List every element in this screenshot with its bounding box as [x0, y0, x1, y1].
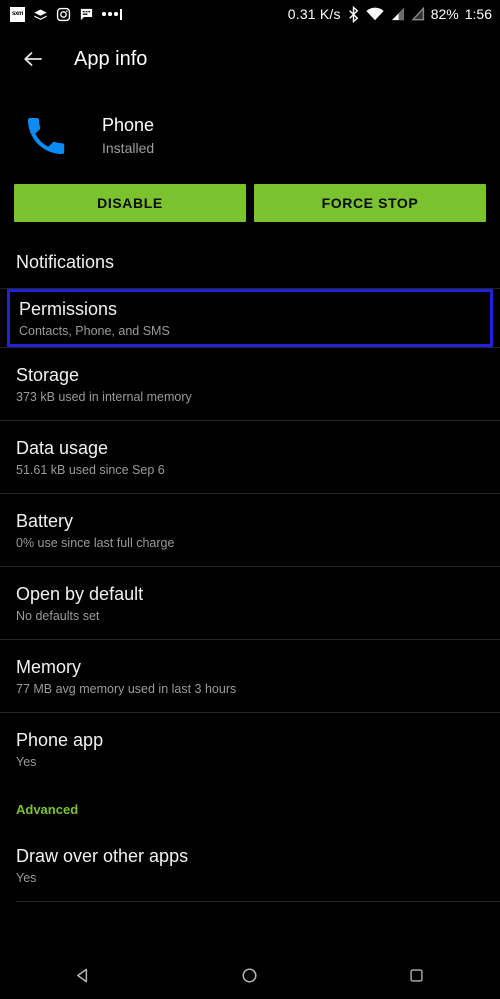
- row-title: Permissions: [19, 298, 118, 319]
- app-meta: Phone Installed: [102, 114, 154, 158]
- row-subtitle: 0% use since last full charge: [16, 535, 175, 550]
- sxm-icon: sxm: [10, 6, 25, 22]
- clock-label: 1:56: [464, 6, 492, 22]
- app-header: Phone Installed: [0, 90, 500, 180]
- status-bar: sxm 0.31 K/s 82% 1:56: [0, 0, 500, 28]
- row-subtitle: Contacts, Phone, and SMS: [19, 323, 170, 338]
- nav-back-triangle-icon[interactable]: [55, 951, 111, 999]
- row-title: Memory: [16, 656, 82, 677]
- no-sim-icon: [411, 7, 424, 21]
- back-arrow-icon[interactable]: [18, 44, 48, 74]
- row-title: Data usage: [16, 437, 109, 458]
- list-item-data-usage[interactable]: Data usage 51.61 kB used since Sep 6: [0, 421, 500, 493]
- row-title: Battery: [16, 510, 74, 531]
- row-subtitle: Yes: [16, 870, 37, 885]
- app-name-label: Phone: [102, 115, 155, 135]
- advanced-section-header: Advanced: [16, 802, 79, 817]
- row-title: Open by default: [16, 583, 144, 604]
- row-subtitle: Yes: [16, 754, 37, 769]
- row-subtitle: 51.61 kB used since Sep 6: [16, 462, 165, 477]
- list-item-notifications[interactable]: Notifications: [0, 236, 500, 288]
- row-title: Phone app: [16, 729, 104, 750]
- row-title: Notifications: [16, 252, 115, 272]
- nav-recents-square-icon[interactable]: [389, 951, 445, 999]
- instagram-icon: [56, 7, 71, 21]
- layers-icon: [34, 9, 47, 20]
- list-item-draw-over-other-apps[interactable]: Draw over other apps Yes: [0, 829, 500, 901]
- app-info-screen: sxm 0.31 K/s 82% 1:56 App info Phone Ins…: [0, 0, 500, 999]
- action-buttons: DISABLE FORCE STOP: [0, 184, 500, 222]
- list-item-phone-app[interactable]: Phone app Yes: [0, 713, 500, 785]
- network-speed-label: 0.31 K/s: [287, 6, 341, 22]
- bluetooth-icon: [348, 5, 359, 23]
- page-title: App info: [74, 47, 148, 70]
- navigation-bar: [0, 951, 500, 999]
- list-item-open-by-default[interactable]: Open by default No defaults set: [0, 567, 500, 639]
- divider: [16, 901, 500, 902]
- row-title: Storage: [16, 364, 80, 385]
- row-subtitle: 373 kB used in internal memory: [16, 389, 192, 404]
- more-notifications-icon: [102, 8, 122, 20]
- system-status-icons: 0.31 K/s 82% 1:56: [287, 5, 492, 23]
- row-title: Draw over other apps: [16, 845, 189, 866]
- disable-button[interactable]: DISABLE: [14, 184, 246, 222]
- cell-signal-icon: [391, 7, 404, 21]
- wifi-icon: [366, 7, 384, 21]
- settings-list: Notifications Permissions Contacts, Phon…: [0, 236, 500, 902]
- phone-app-icon: [28, 118, 65, 155]
- app-state-label: Installed: [102, 140, 155, 156]
- chat-icon: [80, 8, 93, 20]
- list-item-memory[interactable]: Memory 77 MB avg memory used in last 3 h…: [0, 640, 500, 712]
- list-item-permissions[interactable]: Permissions Contacts, Phone, and SMS: [7, 289, 493, 347]
- force-stop-button[interactable]: FORCE STOP: [254, 184, 486, 222]
- battery-percent-label: 82%: [430, 6, 459, 22]
- list-item-storage[interactable]: Storage 373 kB used in internal memory: [0, 348, 500, 420]
- row-subtitle: No defaults set: [16, 608, 100, 623]
- row-subtitle: 77 MB avg memory used in last 3 hours: [16, 681, 237, 696]
- list-item-battery[interactable]: Battery 0% use since last full charge: [0, 494, 500, 566]
- nav-home-circle-icon[interactable]: [222, 951, 278, 999]
- app-bar: App info: [0, 28, 500, 90]
- notification-icons: sxm: [10, 6, 122, 22]
